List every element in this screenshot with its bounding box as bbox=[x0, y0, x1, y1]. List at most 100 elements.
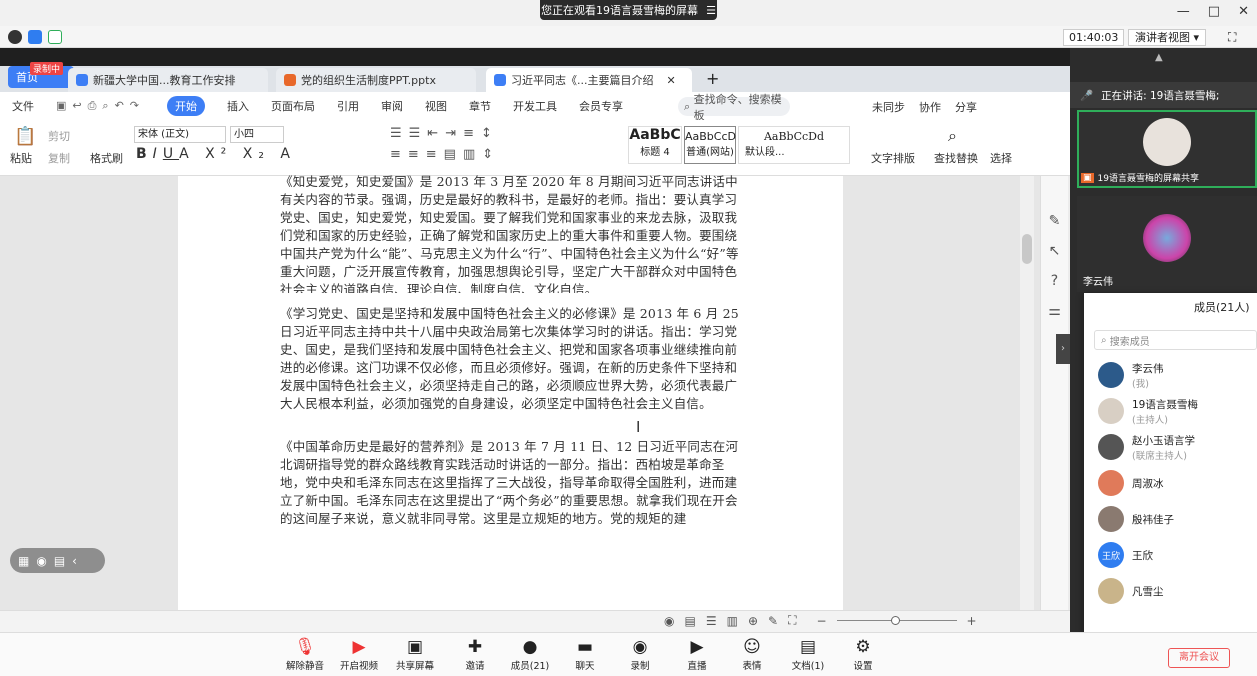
emoji-button[interactable]: ☺ 表情 bbox=[727, 636, 777, 672]
style-default[interactable]: AaBbCcDd 默认段... bbox=[738, 126, 850, 164]
font-size-select[interactable]: 小四 bbox=[230, 126, 284, 143]
paragraph-icons[interactable]: ☰☰⇤⇥≡↕ bbox=[390, 126, 499, 141]
documents-button[interactable]: ▤ 文档(1) bbox=[783, 636, 833, 672]
eye-icon[interactable]: ◉ bbox=[664, 614, 674, 628]
fit-icon[interactable]: ⛶ bbox=[788, 613, 796, 628]
page-view-icon[interactable]: ▤ bbox=[684, 614, 695, 628]
new-tab-button[interactable]: + bbox=[706, 69, 719, 88]
close-button[interactable]: ✕ bbox=[1238, 4, 1249, 19]
menu-item[interactable]: 页面布局 bbox=[271, 98, 315, 114]
select-button[interactable]: 选择 bbox=[990, 150, 1012, 166]
style-name: 默认段... bbox=[745, 147, 785, 158]
camera-icon[interactable]: ◉ bbox=[36, 554, 46, 568]
menu-file[interactable]: 文件 bbox=[12, 98, 34, 114]
member-item[interactable]: 殷祎佳子 bbox=[1098, 502, 1257, 536]
menu-start[interactable]: 开始 bbox=[167, 96, 206, 116]
style-normal-web[interactable]: AaBbCcD 普通(网站) bbox=[684, 126, 736, 164]
tab-ppt[interactable]: 党的组织生活制度PPT.pptx bbox=[276, 68, 476, 92]
info-icon[interactable] bbox=[8, 30, 22, 44]
font-name-select[interactable]: 宋体 (正文) bbox=[134, 126, 226, 143]
record-button[interactable]: ◉ 录制 bbox=[615, 636, 665, 672]
zoom-slider-handle[interactable] bbox=[890, 616, 900, 625]
paste-button[interactable]: 粘贴 bbox=[10, 150, 32, 166]
share-screen-button[interactable]: ▣ 共享屏幕 bbox=[390, 636, 440, 672]
vertical-scrollbar[interactable] bbox=[1020, 176, 1034, 610]
scroll-thumb[interactable] bbox=[1022, 234, 1032, 264]
shield-icon[interactable] bbox=[28, 30, 42, 44]
expand-panel-button[interactable]: › bbox=[1056, 334, 1070, 364]
minimize-button[interactable]: — bbox=[1177, 4, 1190, 19]
members-title: 成员(21人) bbox=[1194, 301, 1250, 314]
collapse-icon[interactable]: ‹ bbox=[72, 554, 77, 568]
doc-paragraph[interactable]: 《中国革命历史是最好的营养剂》是 2013 年 7 月 11 日、12 日习近平… bbox=[280, 438, 742, 528]
search-placeholder: 查找命令、搜索模板 bbox=[693, 92, 782, 122]
view-controls[interactable]: ◉ ▤ ☰ ▥ ⊕ ✎ ⛶ − + bbox=[664, 613, 977, 628]
outline-icon[interactable]: ☰ bbox=[706, 614, 717, 628]
member-item[interactable]: 赵小玉语言学 (联席主持人) bbox=[1098, 430, 1257, 464]
live-button[interactable]: ▶ 直播 bbox=[672, 636, 722, 672]
video-button[interactable]: ▶ 开启视频 bbox=[334, 636, 384, 672]
font-format-icons[interactable]: BIUA X² X₂ A bbox=[136, 146, 296, 162]
self-video-tile[interactable]: 李云伟 bbox=[1077, 196, 1257, 292]
floating-toolbar[interactable]: ▦ ◉ ▤ ‹ bbox=[10, 548, 105, 573]
signal-icon[interactable] bbox=[48, 30, 62, 44]
menu-item[interactable]: 审阅 bbox=[381, 98, 403, 114]
members-button[interactable]: ● 成员(21) bbox=[505, 636, 555, 672]
member-item[interactable]: 凡雪尘 bbox=[1098, 574, 1257, 608]
side-tool-icons[interactable]: ✎ ↖? ⚌ bbox=[1041, 206, 1068, 326]
web-icon[interactable]: ⊕ bbox=[748, 614, 758, 628]
restore-button[interactable]: □ bbox=[1208, 4, 1220, 19]
share-button[interactable]: 分享 bbox=[955, 99, 977, 115]
command-search[interactable]: ⌕ 查找命令、搜索模板 bbox=[678, 93, 790, 122]
mute-button[interactable]: 🎙 解除静音 bbox=[280, 636, 330, 672]
collaborate-button[interactable]: 协作 bbox=[919, 99, 941, 115]
emoji-icon: ☺ bbox=[743, 637, 761, 657]
settings-button[interactable]: ⚙ 设置 bbox=[838, 636, 888, 672]
search-icon: ⌕ bbox=[684, 99, 694, 113]
close-tab-icon[interactable]: ✕ bbox=[667, 74, 676, 87]
member-item[interactable]: 李云伟 (我) bbox=[1098, 358, 1257, 392]
find-replace-button[interactable]: 查找替换 bbox=[934, 150, 978, 166]
zoom-out-button[interactable]: − bbox=[816, 614, 826, 628]
member-item[interactable]: 王欣 王欣 bbox=[1098, 538, 1257, 572]
member-item[interactable]: 周淑冰 bbox=[1098, 466, 1257, 500]
grid-icon[interactable]: ▦ bbox=[18, 554, 29, 568]
quick-toolbar-icons[interactable]: ▣↩⎙⌕↶↷ bbox=[56, 99, 145, 113]
fullscreen-icon[interactable]: ⛶ bbox=[1228, 30, 1236, 45]
pen-icon[interactable]: ✎ bbox=[768, 614, 778, 628]
style-heading4[interactable]: AaBbC 标题 4 bbox=[628, 126, 682, 164]
zoom-slider[interactable] bbox=[836, 616, 957, 625]
keyboard-icon[interactable]: ▤ bbox=[54, 554, 65, 568]
menu-item[interactable]: 章节 bbox=[469, 98, 491, 114]
menu-item[interactable]: 插入 bbox=[227, 98, 249, 114]
doc-paragraph[interactable]: 《学习党史、国史是坚持和发展中国特色社会主义的必修课》是 2013 年 6 月 … bbox=[280, 305, 742, 431]
leave-meeting-button[interactable]: 离开会议 bbox=[1168, 648, 1230, 668]
member-search-input[interactable]: ⌕ 搜索成员 bbox=[1094, 330, 1257, 350]
read-icon[interactable]: ▥ bbox=[727, 614, 738, 628]
collapse-arrow-icon[interactable]: ▲ bbox=[1155, 52, 1163, 63]
members-icon: ● bbox=[522, 637, 538, 657]
copy-button[interactable]: 复制 bbox=[48, 150, 70, 166]
menu-item[interactable]: 会员专享 bbox=[579, 98, 623, 114]
menu-item[interactable]: 视图 bbox=[425, 98, 447, 114]
align-icons[interactable]: ≡≡≡▤▥⇕ bbox=[390, 147, 500, 162]
format-painter-button[interactable]: 格式刷 bbox=[90, 150, 123, 166]
host-video-tile[interactable]: ▣ 19语言聂雪梅的屏幕共享 bbox=[1077, 110, 1257, 188]
menu-item[interactable]: 开发工具 bbox=[513, 98, 557, 114]
toolbar-label: 表情 bbox=[742, 661, 762, 672]
presenter-view-dropdown[interactable]: 演讲者视图 ▾ bbox=[1128, 29, 1207, 46]
chat-button[interactable]: ▬ 聊天 bbox=[560, 636, 610, 672]
menu-item[interactable]: 引用 bbox=[337, 98, 359, 114]
menu-icon[interactable]: ☰ bbox=[706, 4, 716, 17]
cut-button[interactable]: 剪切 bbox=[48, 128, 70, 144]
tab-doc-1[interactable]: 新疆大学中国...教育工作安排 bbox=[68, 68, 268, 92]
doc-paragraph[interactable]: 《知史爱党，知史爱国》是 2013 年 3 月至 2020 年 8 月期间习近平… bbox=[280, 173, 742, 293]
toolbar-label: 文档(1) bbox=[791, 661, 825, 672]
zoom-in-button[interactable]: + bbox=[967, 614, 977, 628]
text-layout-button[interactable]: 文字排版 bbox=[871, 150, 915, 166]
member-item[interactable]: 19语言聂雪梅 (主持人) bbox=[1098, 394, 1257, 428]
shared-screen-top bbox=[0, 48, 1070, 66]
invite-button[interactable]: ✚ 邀请 bbox=[450, 636, 500, 672]
tab-doc-active[interactable]: 习近平同志《...主要篇目介绍 ✕ bbox=[486, 68, 692, 92]
sync-status[interactable]: 未同步 bbox=[872, 99, 905, 115]
